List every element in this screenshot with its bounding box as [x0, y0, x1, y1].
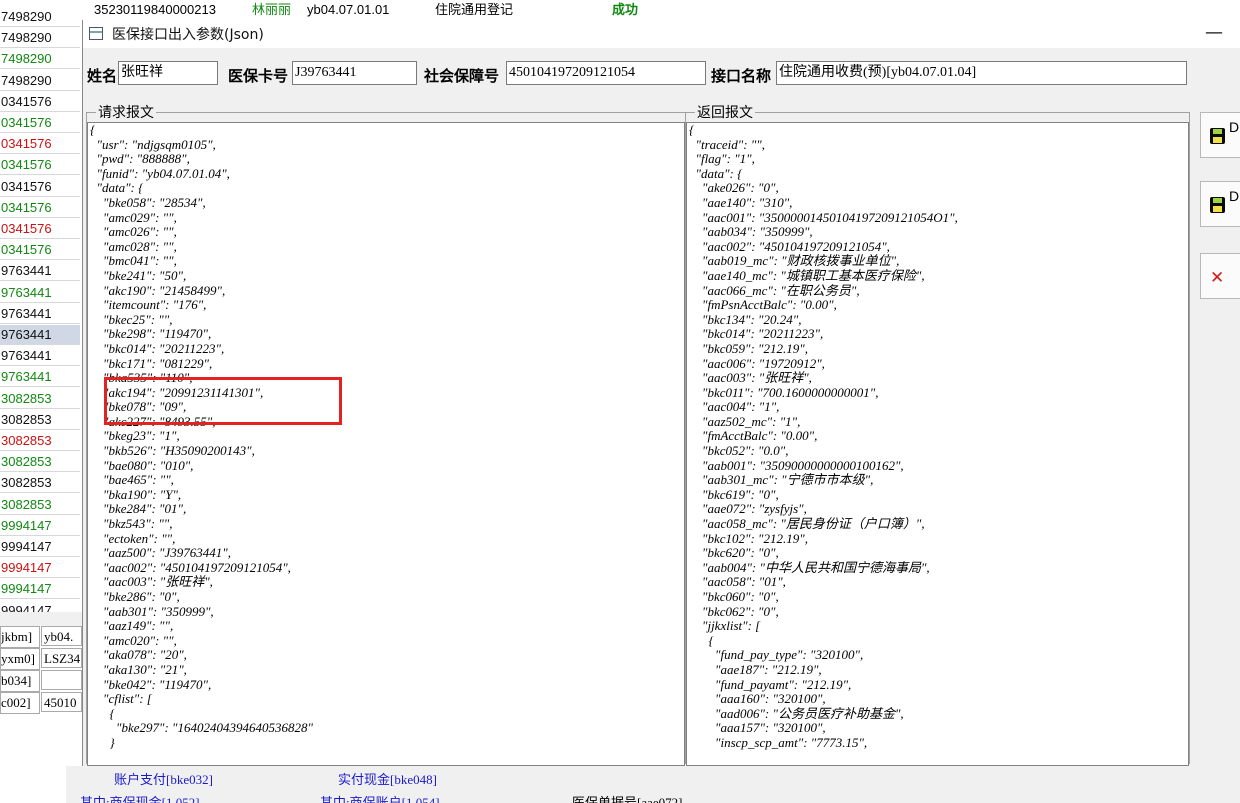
- background-summary-labels: 账户支付[bke032] 其中:商保现金[1.052] 实付现金[bke048]…: [66, 766, 1240, 803]
- bg-field-value[interactable]: 45010: [41, 692, 82, 712]
- ssn-field[interactable]: 450104197209121054: [506, 61, 706, 85]
- close-button[interactable]: ✕: [1200, 253, 1240, 299]
- save-response-label: D: [1229, 188, 1240, 204]
- bg-field-label: c002]: [0, 692, 40, 714]
- bg-summary-label: 实付现金[bke048]: [338, 772, 437, 787]
- card-number-field[interactable]: J39763441: [292, 61, 417, 85]
- bg-top-cell-status: 成功: [612, 2, 639, 17]
- name-label: 姓名: [87, 69, 118, 85]
- background-list-row[interactable]: 7498290: [0, 49, 80, 70]
- background-list-row[interactable]: 7498290: [0, 28, 80, 49]
- background-list-row[interactable]: 3082853: [0, 473, 80, 494]
- bg-field-value[interactable]: yb04.: [41, 626, 82, 646]
- bg-top-cell-name: 林丽丽: [252, 2, 292, 17]
- background-list-row[interactable]: 0341576: [0, 219, 80, 239]
- background-list-row[interactable]: 9763441: [0, 261, 80, 282]
- bg-field-row: c002] 45010: [0, 692, 82, 714]
- bg-summary-label: 其中:商保现金[1.052]: [80, 795, 200, 803]
- bg-field-label: yxm0]: [0, 648, 40, 670]
- background-list-row[interactable]: 3082853: [0, 495, 80, 515]
- background-list-row[interactable]: 0341576: [0, 240, 80, 261]
- bg-field-row: b034]: [0, 670, 82, 692]
- background-list-row[interactable]: 0341576: [0, 113, 80, 133]
- bg-summary-label: 账户支付[bke032]: [114, 772, 213, 787]
- bg-top-cell-id: 35230119840000213: [94, 2, 216, 17]
- bg-top-cell-code: yb04.07.01.01: [307, 2, 390, 17]
- background-list-row[interactable]: 9994147: [0, 558, 80, 579]
- card-label: 医保卡号: [228, 69, 289, 85]
- background-list-row[interactable]: 7498290: [0, 71, 80, 91]
- background-list-row[interactable]: 9763441: [0, 304, 80, 324]
- background-list-row[interactable]: 3082853: [0, 431, 80, 451]
- request-title: 请求报文: [96, 102, 156, 122]
- bg-field-label: jkbm]: [0, 626, 40, 648]
- bg-field-value[interactable]: LSZ34: [41, 648, 82, 668]
- request-json-textarea[interactable]: { "usr": "ndjgsqm0105", "pwd": "888888",…: [87, 122, 685, 766]
- background-list-row[interactable]: 0341576: [0, 92, 80, 112]
- background-list-row[interactable]: 3082853: [0, 389, 80, 409]
- bg-field-row: yxm0] LSZ34: [0, 648, 82, 670]
- background-list-row[interactable]: 9763441: [0, 367, 80, 388]
- bg-field-row: jkbm] yb04.: [0, 626, 82, 648]
- save-request-button[interactable]: D: [1200, 112, 1240, 158]
- save-request-label: D: [1229, 119, 1240, 135]
- background-list-row[interactable]: 0341576: [0, 198, 80, 218]
- background-list-row[interactable]: 9763441: [0, 283, 80, 303]
- name-field[interactable]: 张旺祥: [118, 61, 218, 85]
- background-list-row[interactable]: 9763441: [0, 325, 80, 345]
- background-list-row[interactable]: 3082853: [0, 452, 80, 473]
- response-json-textarea[interactable]: { "traceid": "", "flag": "1", "data": { …: [686, 122, 1189, 766]
- background-list-row[interactable]: 3082853: [0, 410, 80, 430]
- background-list-row[interactable]: 9994147: [0, 537, 80, 557]
- api-name-label: 接口名称: [711, 69, 772, 85]
- dialog-title: 医保接口出入参数(Json): [112, 27, 264, 43]
- highlight-box: [104, 377, 342, 425]
- ssn-label: 社会保障号: [424, 69, 500, 85]
- background-list-row[interactable]: 7498290: [0, 7, 80, 27]
- dialog-titlebar[interactable]: 医保接口出入参数(Json) —: [83, 20, 1240, 48]
- bg-summary-label: 其中:商保账户[1.054]: [320, 795, 440, 803]
- background-list-row[interactable]: 0341576: [0, 177, 80, 197]
- patient-info-row: 姓名 张旺祥 医保卡号 J39763441 社会保障号 450104197209…: [83, 61, 1240, 87]
- background-list-row[interactable]: 9763441: [0, 346, 80, 367]
- save-response-button[interactable]: D: [1200, 181, 1240, 227]
- bg-field-value[interactable]: [41, 670, 82, 690]
- background-list-row[interactable]: 9994147: [0, 516, 80, 536]
- background-list-row[interactable]: 0341576: [0, 155, 80, 176]
- minimize-button[interactable]: —: [1205, 22, 1223, 43]
- response-title: 返回报文: [695, 102, 755, 122]
- api-name-field[interactable]: 住院通用收费(预)[yb04.07.01.04]: [776, 61, 1187, 85]
- close-icon: ✕: [1210, 268, 1225, 288]
- bg-top-cell-desc: 住院通用登记: [435, 2, 514, 17]
- background-separator: [0, 612, 82, 626]
- request-json-text: { "usr": "ndjgsqm0105", "pwd": "888888",…: [90, 122, 313, 750]
- background-list-row[interactable]: 9994147: [0, 579, 80, 600]
- bg-summary-label: 医保单据号[aae072]: [572, 795, 683, 803]
- response-json-text: { "traceid": "", "flag": "1", "data": { …: [689, 122, 958, 750]
- save-icon: [1210, 128, 1225, 144]
- background-top-row: 35230119840000213 林丽丽 yb04.07.01.01 住院通用…: [82, 0, 1240, 20]
- app-window-icon: [89, 27, 103, 40]
- background-list-row[interactable]: 0341576: [0, 134, 80, 155]
- save-icon: [1210, 197, 1225, 213]
- bg-field-label: b034]: [0, 670, 40, 692]
